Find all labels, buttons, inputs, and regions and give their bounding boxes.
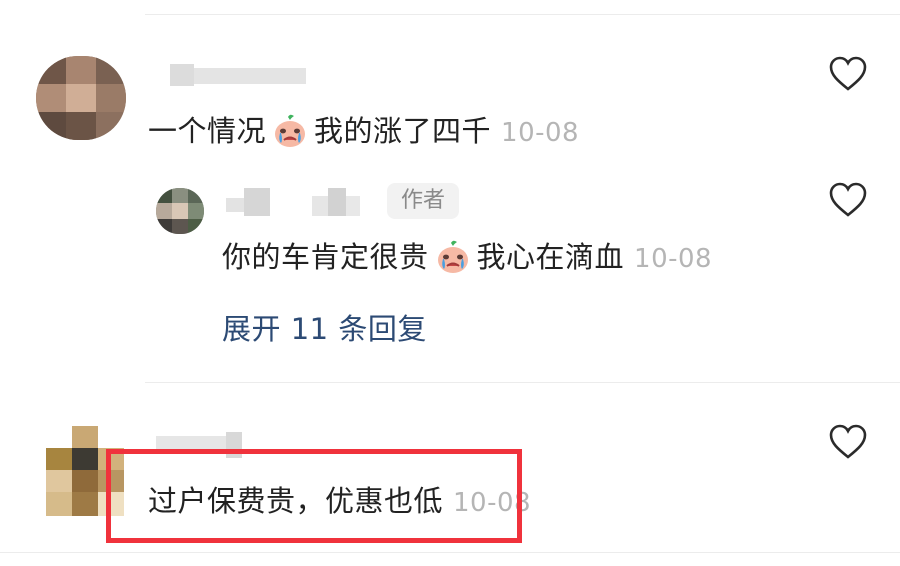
- comment-1-content: 一个情况 我的涨了四千 10-08: [148, 108, 579, 150]
- like-heart-icon[interactable]: [828, 182, 868, 218]
- reply-1-text: 你的车肯定很贵: [222, 240, 429, 274]
- crying-face-emoji-icon: [272, 113, 308, 149]
- comment-thread: 一个情况 我的涨了四千 10-08 作者 你的车肯定很贵 我心在滴血 10-08…: [0, 0, 900, 566]
- timestamp: 10-08: [501, 118, 580, 148]
- expand-replies-link[interactable]: 展开 11 条回复: [222, 306, 427, 348]
- like-heart-icon[interactable]: [828, 424, 868, 460]
- divider: [0, 552, 900, 553]
- like-heart-icon[interactable]: [828, 56, 868, 92]
- reply-1-text-after: 我心在滴血: [476, 240, 625, 274]
- crying-face-emoji-icon: [435, 239, 471, 275]
- reply-1-content: 你的车肯定很贵 我心在滴血 10-08: [222, 234, 712, 276]
- divider: [145, 14, 900, 15]
- avatar[interactable]: [156, 188, 204, 234]
- username-blurred[interactable]: [226, 188, 360, 216]
- divider: [145, 382, 900, 383]
- author-badge: 作者: [387, 183, 459, 219]
- highlight-box: [106, 449, 522, 543]
- comment-1-text-after: 我的涨了四千: [314, 114, 492, 148]
- avatar[interactable]: [36, 56, 126, 140]
- username-blurred[interactable]: [170, 64, 306, 86]
- timestamp: 10-08: [634, 244, 713, 274]
- comment-1-text: 一个情况: [148, 114, 267, 148]
